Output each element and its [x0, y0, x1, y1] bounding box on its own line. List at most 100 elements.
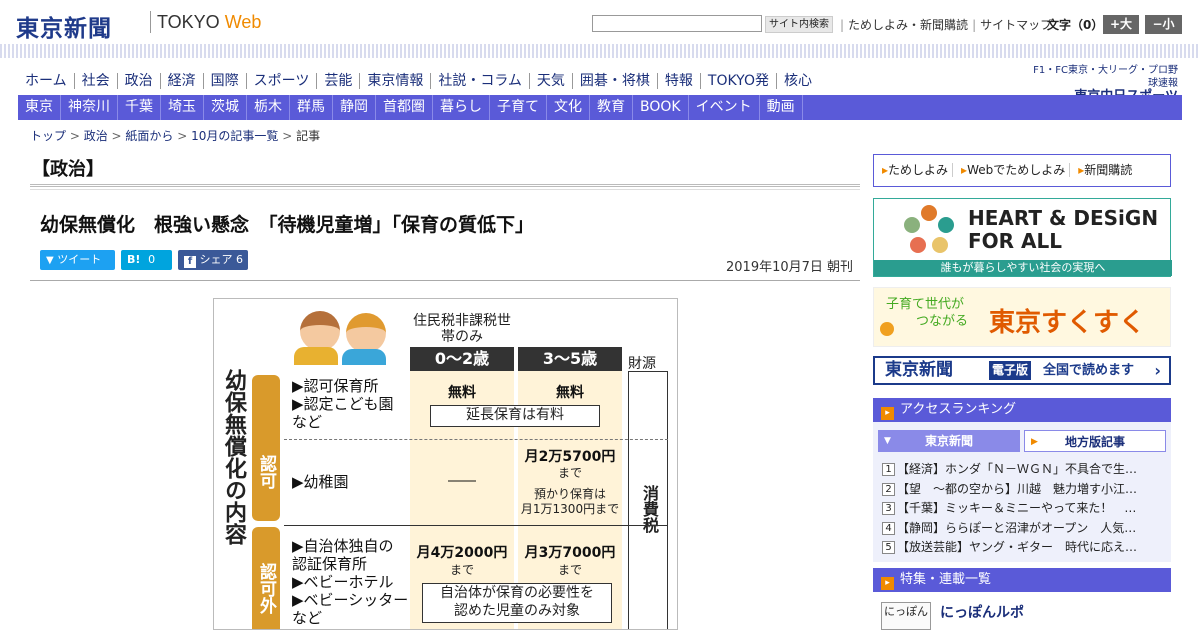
figure-row2-col1: ――	[448, 473, 476, 489]
nav-region-tochigi[interactable]: 栃木	[247, 95, 290, 120]
nav-item-society[interactable]: 社会	[74, 73, 118, 89]
ranking-header-label: アクセスランキング	[900, 402, 1016, 417]
tokyo-web-logo[interactable]: TOKYO Web	[157, 12, 261, 33]
nav-region-kanagawa[interactable]: 神奈川	[61, 95, 118, 120]
ranking-tab-local[interactable]: ▶ 地方版記事	[1024, 430, 1166, 452]
nav-item-tokyo-hatsu[interactable]: TOKYO発	[700, 73, 777, 89]
figure-fund-label: 財源	[628, 356, 656, 372]
nav-video[interactable]: 動画	[760, 95, 803, 120]
ranking-tab-tokyo[interactable]: ▼ 東京新聞	[878, 430, 1020, 452]
ranking-item[interactable]: 4 【静岡】ららぽーと沼津がオープン 人気…	[882, 519, 1167, 539]
twitter-bird-icon: ▼	[46, 255, 54, 266]
tab-arrow-icon: ▶	[1031, 437, 1038, 447]
headline-rule	[30, 280, 860, 281]
nav-living[interactable]: 暮らし	[433, 95, 490, 120]
link-separator: |	[972, 18, 977, 32]
nav-region-saitama[interactable]: 埼玉	[161, 95, 204, 120]
header-dotted-rule	[0, 44, 1200, 58]
facebook-share-count: 6	[236, 253, 243, 266]
feature-title: にっぽんルポ	[940, 605, 1024, 621]
font-size-up-button[interactable]: +大	[1103, 15, 1139, 34]
sidebar-link-label: 新聞購読	[1084, 163, 1133, 177]
ranking-item[interactable]: 1 【経済】ホンダ「Ｎ－ＷＧＮ」不具合で生…	[882, 460, 1167, 480]
figure-row3-col1b: まで	[449, 563, 474, 577]
nav-item-weather[interactable]: 天気	[529, 73, 573, 89]
breadcrumb-top[interactable]: トップ	[30, 129, 66, 143]
breadcrumb-print[interactable]: 紙面から	[125, 129, 173, 143]
nav-item-home[interactable]: ホーム	[18, 73, 75, 89]
ranking-item[interactable]: 5 【放送芸能】ヤング・ギター 時代に応え…	[882, 538, 1167, 558]
nav-events[interactable]: イベント	[689, 95, 760, 120]
nav-item-tokuho[interactable]: 特報	[657, 73, 701, 89]
nav-region-tokyo[interactable]: 東京	[18, 95, 61, 120]
nav-item-tokyo-info[interactable]: 東京情報	[360, 73, 432, 89]
nav-region-chiba[interactable]: 千葉	[118, 95, 161, 120]
sidebar-link-trial[interactable]: ▸ためしよみ	[874, 163, 954, 177]
tweet-button[interactable]: ▼ ツイート	[40, 250, 115, 270]
nav-item-entertainment[interactable]: 芸能	[317, 73, 361, 89]
nav-item-economy[interactable]: 経済	[160, 73, 204, 89]
figure-row3-col1a: 月4万2000円	[416, 545, 508, 561]
figure-row3-col2b: まで	[557, 563, 582, 577]
tab-arrow-icon: ▼	[884, 436, 891, 446]
nav-item-go-shogi[interactable]: 囲碁・将棋	[572, 73, 658, 89]
nav-item-kakushin[interactable]: 核心	[777, 73, 819, 89]
facebook-share-button[interactable]: f シェア 6	[178, 250, 248, 270]
nav-region-gunma[interactable]: 群馬	[290, 95, 333, 120]
ranking-item[interactable]: 2 【望 ～都の空から】川越 魅力増す小江…	[882, 480, 1167, 500]
sukusuku-tagline-2: つながる	[916, 314, 969, 329]
nav-item-editorial[interactable]: 社説・コラム	[431, 73, 530, 89]
nav-region-shizuoka[interactable]: 静岡	[333, 95, 376, 120]
nav-item-politics[interactable]: 政治	[117, 73, 161, 89]
sidebar-link-label: ためしよみ	[888, 163, 949, 177]
nav-book[interactable]: BOOK	[633, 95, 689, 120]
tokyo-sukusuku-banner[interactable]: 子育て世代が つながる 東京すくすく	[873, 287, 1171, 347]
figure-row2-col2d: 月1万1300円まで	[520, 502, 620, 516]
child-face-icon	[300, 311, 340, 351]
breadcrumb-month-list[interactable]: 10月の記事一覧	[191, 129, 278, 143]
breadcrumb-current: 記事	[296, 129, 321, 143]
child-body-icon	[342, 349, 386, 365]
features-header-label: 特集・連載一覧	[900, 572, 992, 587]
search-input[interactable]	[592, 15, 762, 32]
section-rule	[30, 184, 860, 190]
figure-row3-col2a: 月3万7000円	[524, 545, 616, 561]
ranking-item-text: 【放送芸能】ヤング・ギター 時代に応え…	[897, 540, 1138, 554]
heart-design-title-line1: HEART & DESiGN	[968, 206, 1159, 230]
sidebar-link-web-trial[interactable]: ▸Webでためしよみ	[953, 163, 1071, 177]
hatena-bookmark-button[interactable]: B! 0	[121, 250, 172, 270]
nav-region-shutoken[interactable]: 首都圏	[376, 95, 433, 120]
nav-item-sports[interactable]: スポーツ	[246, 73, 318, 89]
digital-edition-banner[interactable]: 東京新聞 電子版 全国で読めます ›	[873, 356, 1171, 385]
nav-education[interactable]: 教育	[590, 95, 633, 120]
tweet-label: ツイート	[57, 253, 102, 266]
article-headline: 幼保無償化 根強い懸念 「待機児童増」「保育の質低下」	[40, 214, 535, 236]
heart-design-subtitle: 誰もが暮らしやすい社会の実現へ	[874, 260, 1172, 276]
breadcrumb-sep: >	[107, 129, 126, 143]
breadcrumb-sep: >	[278, 129, 297, 143]
figure-category-unlicensed: 認可外	[252, 527, 280, 629]
figure-row1-note: 延長保育は有料	[430, 405, 600, 427]
section-title: 【政治】	[32, 159, 104, 180]
nav-item-world[interactable]: 国際	[203, 73, 247, 89]
heart-design-title-line2: FOR ALL	[968, 229, 1062, 253]
sidebar-link-subscribe[interactable]: ▸新聞購読	[1070, 163, 1136, 177]
figure-age-3-5: 3〜5歳	[518, 347, 622, 371]
site-logo[interactable]: 東京新聞	[16, 9, 112, 43]
ranking-header: ▸ アクセスランキング	[873, 398, 1171, 422]
feature-item[interactable]: にっぽん にっぽんルポ	[873, 596, 1171, 630]
figure-row3-label: ▶自治体独自の 認証保育所 ▶ベビーホテル ▶ベビーシッター など	[292, 537, 409, 627]
heart-design-banner[interactable]: HEART & DESiGN FOR ALL 誰もが暮らしやすい社会の実現へ	[873, 198, 1172, 277]
nav-culture[interactable]: 文化	[547, 95, 590, 120]
sitemap-link[interactable]: サイトマップ	[980, 18, 1052, 32]
breadcrumb-politics[interactable]: 政治	[84, 129, 108, 143]
ranking-item[interactable]: 3 【千葉】ミッキー＆ミニーやって来た！ …	[882, 499, 1167, 519]
font-size-down-button[interactable]: −小	[1145, 15, 1182, 34]
nav-parenting[interactable]: 子育て	[490, 95, 547, 120]
trial-subscribe-link[interactable]: ためしよみ・新聞購読	[848, 18, 968, 32]
ranking-item-text: 【静岡】ららぽーと沼津がオープン 人気…	[897, 520, 1137, 535]
nav-region-ibaraki[interactable]: 茨城	[204, 95, 247, 120]
search-button[interactable]: サイト内検索	[765, 16, 833, 33]
font-size-label: 文字（0）	[1047, 18, 1104, 32]
breadcrumb-sep: >	[66, 129, 84, 143]
